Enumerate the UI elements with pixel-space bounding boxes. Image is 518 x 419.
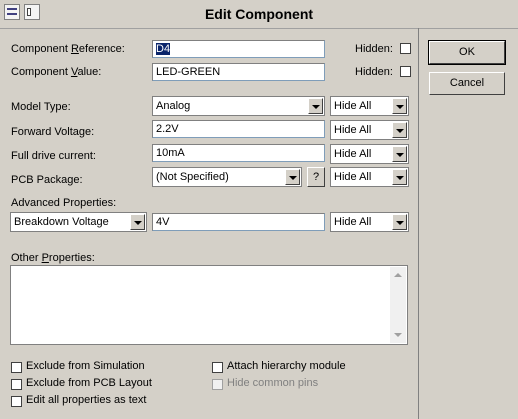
advanced-property-visibility-value: Hide All	[334, 216, 372, 228]
pcb-package-visibility-value: Hide All	[334, 171, 372, 183]
exclude-simulation-checkbox[interactable]	[11, 362, 22, 373]
chevron-down-icon[interactable]	[308, 98, 323, 114]
exclude-simulation-label: Exclude from Simulation	[26, 360, 145, 372]
advanced-property-select[interactable]: Breakdown Voltage	[10, 212, 147, 232]
chevron-down-icon[interactable]	[392, 122, 407, 138]
cancel-button[interactable]: Cancel	[429, 72, 505, 95]
full-drive-current-label: Full drive current:	[11, 150, 96, 162]
component-reference-value: D4	[156, 43, 171, 55]
hide-common-pins-label: Hide common pins	[227, 377, 319, 389]
attach-hierarchy-label: Attach hierarchy module	[227, 360, 346, 372]
scroll-down-icon[interactable]	[390, 327, 406, 343]
component-reference-input[interactable]: D4	[152, 40, 325, 58]
value-hidden-checkbox[interactable]	[400, 66, 411, 77]
exclude-pcb-checkbox[interactable]	[11, 379, 22, 390]
model-type-visibility-value: Hide All	[334, 100, 372, 112]
forward-voltage-input[interactable]: 2.2V	[152, 120, 325, 138]
pcb-package-help-button[interactable]: ?	[307, 167, 325, 187]
reference-hidden-label: Hidden:	[355, 43, 393, 55]
hide-common-pins-checkbox[interactable]	[212, 379, 223, 390]
other-properties-label: Other Properties:	[11, 252, 95, 264]
advanced-property-input[interactable]: 4V	[152, 213, 325, 231]
chevron-down-icon[interactable]	[392, 146, 407, 162]
component-value-label: Component Value:	[11, 66, 102, 78]
reference-hidden-checkbox[interactable]	[400, 43, 411, 54]
exclude-pcb-label: Exclude from PCB Layout	[26, 377, 152, 389]
scroll-up-icon[interactable]	[390, 267, 406, 283]
pcb-package-visibility-select[interactable]: Hide All	[330, 167, 409, 187]
other-properties-textarea[interactable]	[10, 265, 408, 345]
pcb-package-select[interactable]: (Not Specified)	[152, 167, 302, 187]
full-drive-current-visibility-select[interactable]: Hide All	[330, 144, 409, 164]
chevron-down-icon[interactable]	[392, 214, 407, 230]
model-type-select[interactable]: Analog	[152, 96, 325, 116]
ok-button[interactable]: OK	[428, 40, 506, 65]
full-drive-current-visibility-value: Hide All	[334, 148, 372, 160]
edit-as-text-label: Edit all properties as text	[26, 394, 147, 406]
title-bar: Edit Component	[0, 0, 518, 29]
divider	[418, 28, 419, 419]
pcb-package-label: PCB Package:	[11, 174, 83, 186]
pcb-package-value: (Not Specified)	[156, 171, 229, 183]
component-value-input[interactable]: LED-GREEN	[152, 63, 325, 81]
value-hidden-label: Hidden:	[355, 66, 393, 78]
model-type-value: Analog	[156, 100, 191, 112]
model-type-label: Model Type:	[11, 101, 71, 113]
forward-voltage-visibility-select[interactable]: Hide All	[330, 120, 409, 140]
chevron-down-icon[interactable]	[285, 169, 300, 185]
forward-voltage-label: Forward Voltage:	[11, 126, 95, 138]
scrollbar[interactable]	[390, 267, 406, 343]
advanced-property-visibility-select[interactable]: Hide All	[330, 212, 409, 232]
advanced-properties-label: Advanced Properties:	[11, 197, 117, 209]
edit-as-text-checkbox[interactable]	[11, 396, 22, 407]
chevron-down-icon[interactable]	[130, 214, 145, 230]
chevron-down-icon[interactable]	[392, 98, 407, 114]
model-type-visibility-select[interactable]: Hide All	[330, 96, 409, 116]
chevron-down-icon[interactable]	[392, 169, 407, 185]
window-title: Edit Component	[204, 6, 314, 22]
attach-hierarchy-checkbox[interactable]	[212, 362, 223, 373]
forward-voltage-visibility-value: Hide All	[334, 124, 372, 136]
other-properties-value	[11, 266, 407, 270]
full-drive-current-input[interactable]: 10mA	[152, 144, 325, 162]
component-reference-label: Component Reference:	[11, 43, 125, 55]
advanced-property-name: Breakdown Voltage	[14, 216, 109, 228]
